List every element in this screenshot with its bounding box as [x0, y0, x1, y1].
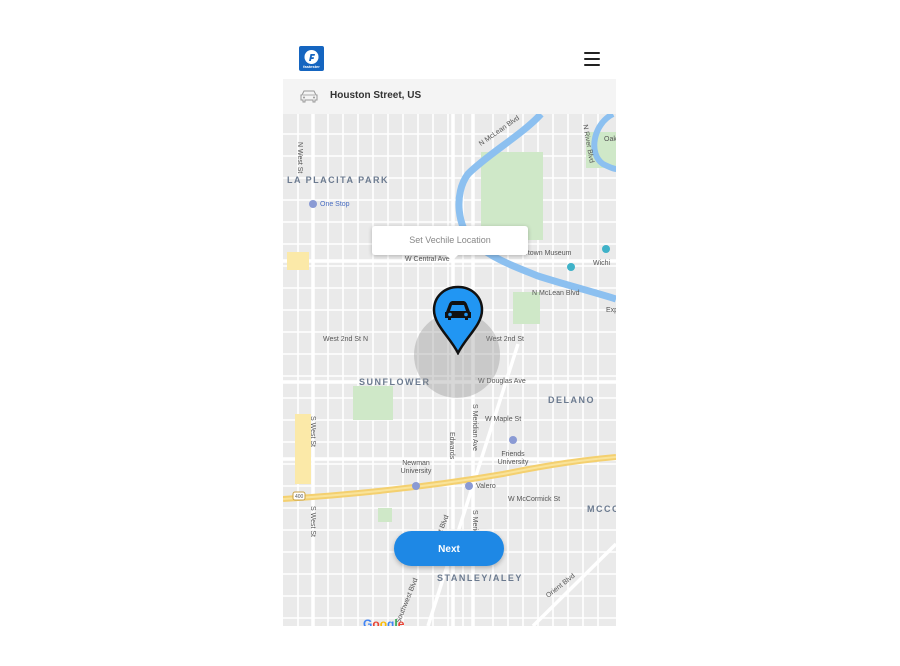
poi-label[interactable]: Oak	[604, 136, 616, 144]
phone-screen: fastester Houston Street, US LA PLACITA …	[283, 34, 616, 626]
google-attribution: Google	[363, 617, 405, 626]
car-location-pin-icon[interactable]	[432, 285, 484, 355]
district-label: STANLEY/ALEY	[437, 573, 523, 583]
district-label: SUNFLOWER	[359, 377, 431, 387]
logo-text: fastester	[303, 64, 320, 69]
street-label: W Maple St	[485, 416, 522, 423]
app-logo[interactable]: fastester	[299, 46, 324, 71]
app-header: fastester	[283, 34, 616, 79]
poi-label[interactable]: Valero	[476, 483, 496, 491]
map-view[interactable]: LA PLACITA PARK SUNFLOWER DELANO STANLEY…	[283, 114, 616, 626]
next-button[interactable]: Next	[394, 531, 504, 566]
street-label: S Meridian Ave	[471, 404, 478, 451]
street-label: N West St	[296, 142, 303, 174]
set-location-tooltip: Set Vechile Location	[372, 226, 528, 261]
district-label: LA PLACITA PARK	[287, 175, 389, 185]
street-label: S West St	[309, 416, 316, 447]
current-address: Houston Street, US	[330, 90, 422, 101]
street-label: West 2nd St N	[323, 336, 369, 343]
street-label: W Central Ave	[405, 256, 450, 263]
car-outline-icon	[300, 90, 318, 103]
poi-label[interactable]: One Stop	[320, 201, 350, 209]
district-label: MCCO	[587, 504, 616, 514]
poi-label[interactable]: Newman University	[396, 460, 436, 476]
hamburger-menu-icon[interactable]	[584, 52, 600, 66]
street-label: S West St	[309, 506, 316, 537]
address-bar[interactable]: Houston Street, US	[283, 79, 616, 114]
street-label: W McCormick St	[508, 496, 561, 503]
poi-label[interactable]: Exp	[606, 307, 616, 315]
route-shield-label: 400	[295, 494, 304, 500]
district-label: DELANO	[548, 395, 595, 405]
street-label: N McLean Blvd	[532, 290, 580, 297]
poi-label[interactable]: Friends University	[491, 451, 535, 467]
poi-label[interactable]: Wichi	[593, 260, 610, 268]
street-label: Edwards	[448, 432, 455, 460]
